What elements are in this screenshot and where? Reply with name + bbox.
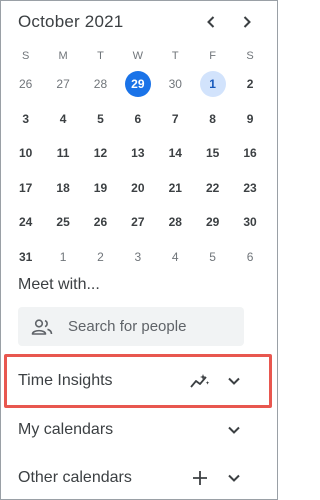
day-cell[interactable]: 11 xyxy=(50,140,76,166)
day-cell[interactable]: 25 xyxy=(50,209,76,235)
day-cell[interactable]: 17 xyxy=(13,175,39,201)
week-row: 3 4 5 6 7 8 9 xyxy=(7,102,269,137)
day-cell[interactable]: 13 xyxy=(125,140,151,166)
chevron-down-icon xyxy=(228,426,240,434)
day-cell[interactable]: 12 xyxy=(87,140,113,166)
day-cell[interactable]: 19 xyxy=(87,175,113,201)
selected-day-cell[interactable]: 1 xyxy=(199,71,226,98)
weekday-label: T xyxy=(97,50,104,62)
day-cell[interactable]: 5 xyxy=(200,244,226,270)
day-cell[interactable]: 16 xyxy=(237,140,263,166)
day-cell[interactable]: 1 xyxy=(50,244,76,270)
day-cell[interactable]: 10 xyxy=(13,140,39,166)
day-cell[interactable]: 14 xyxy=(162,140,188,166)
add-other-calendar-button[interactable] xyxy=(190,468,210,488)
mini-calendar-header: October 2021 xyxy=(18,10,260,34)
search-people-placeholder: Search for people xyxy=(68,318,187,335)
previous-month-button[interactable] xyxy=(198,10,224,34)
other-calendars-actions xyxy=(190,468,244,488)
chevron-right-icon xyxy=(243,16,251,28)
day-cell[interactable]: 2 xyxy=(237,71,263,97)
search-people-input[interactable]: Search for people xyxy=(18,307,244,346)
day-cell[interactable]: 21 xyxy=(162,175,188,201)
week-row: 17 18 19 20 21 22 23 xyxy=(7,171,269,206)
week-row: 31 1 2 3 4 5 6 xyxy=(7,240,269,275)
weekday-label: M xyxy=(58,50,68,62)
weekday-header-row: S M T W T F S xyxy=(7,45,269,67)
weekday-label: T xyxy=(171,50,179,62)
week-row: 26 27 28 29 30 1 2 xyxy=(7,67,269,102)
chevron-down-icon xyxy=(228,377,240,385)
mini-calendar-grid: S M T W T F S 26 27 28 29 30 1 2 3 4 5 6… xyxy=(7,45,269,274)
insights-button[interactable] xyxy=(190,371,210,391)
day-cell[interactable]: 15 xyxy=(200,140,226,166)
day-cell[interactable]: 4 xyxy=(50,106,76,132)
day-cell[interactable]: 26 xyxy=(87,209,113,235)
week-row: 10 11 12 13 14 15 16 xyxy=(7,136,269,171)
other-calendars-section[interactable]: Other calendars xyxy=(18,466,244,490)
day-cell[interactable]: 28 xyxy=(87,71,113,97)
weekday-label: W xyxy=(132,50,144,62)
other-calendars-expand-button[interactable] xyxy=(224,468,244,488)
day-cell[interactable]: 18 xyxy=(50,175,76,201)
day-cell[interactable]: 6 xyxy=(125,106,151,132)
weekday-label: S xyxy=(246,50,254,62)
day-cell[interactable]: 27 xyxy=(125,209,151,235)
time-insights-section[interactable]: Time Insights xyxy=(18,369,244,393)
my-calendars-expand-button[interactable] xyxy=(224,420,244,440)
day-cell[interactable]: 23 xyxy=(237,175,263,201)
my-calendars-actions xyxy=(224,420,244,440)
chevron-left-icon xyxy=(207,16,215,28)
time-insights-title: Time Insights xyxy=(18,372,113,389)
chevron-down-icon xyxy=(228,474,240,482)
time-insights-expand-button[interactable] xyxy=(224,371,244,391)
my-calendars-section[interactable]: My calendars xyxy=(18,418,244,442)
next-month-button[interactable] xyxy=(234,10,260,34)
day-cell[interactable]: 2 xyxy=(87,244,113,270)
today-day-cell[interactable]: 29 xyxy=(124,71,151,98)
week-row: 24 25 26 27 28 29 30 xyxy=(7,205,269,240)
day-cell[interactable]: 27 xyxy=(50,71,76,97)
plus-icon xyxy=(193,471,207,485)
day-cell[interactable]: 7 xyxy=(162,106,188,132)
day-cell[interactable]: 20 xyxy=(125,175,151,201)
weekday-label: F xyxy=(209,50,217,62)
day-cell[interactable]: 24 xyxy=(13,209,39,235)
month-nav xyxy=(198,10,260,34)
month-title: October 2021 xyxy=(18,12,124,31)
day-cell[interactable]: 31 xyxy=(13,244,39,270)
day-cell[interactable]: 3 xyxy=(125,244,151,270)
day-cell[interactable]: 26 xyxy=(13,71,39,97)
people-icon xyxy=(31,318,53,335)
day-cell[interactable]: 6 xyxy=(237,244,263,270)
day-cell[interactable]: 9 xyxy=(237,106,263,132)
day-cell[interactable]: 22 xyxy=(200,175,226,201)
day-cell[interactable]: 29 xyxy=(200,209,226,235)
meet-with-heading: Meet with... xyxy=(18,276,100,293)
day-cell[interactable]: 28 xyxy=(162,209,188,235)
my-calendars-title: My calendars xyxy=(18,421,114,438)
day-cell[interactable]: 30 xyxy=(237,209,263,235)
day-cell[interactable]: 8 xyxy=(200,106,226,132)
day-cell[interactable]: 30 xyxy=(162,71,188,97)
other-calendars-title: Other calendars xyxy=(18,469,132,486)
day-cell[interactable]: 4 xyxy=(162,244,188,270)
day-cell[interactable]: 3 xyxy=(13,106,39,132)
day-cell[interactable]: 5 xyxy=(87,106,113,132)
insights-icon xyxy=(190,374,210,388)
weekday-label: S xyxy=(22,50,30,62)
time-insights-actions xyxy=(190,371,244,391)
